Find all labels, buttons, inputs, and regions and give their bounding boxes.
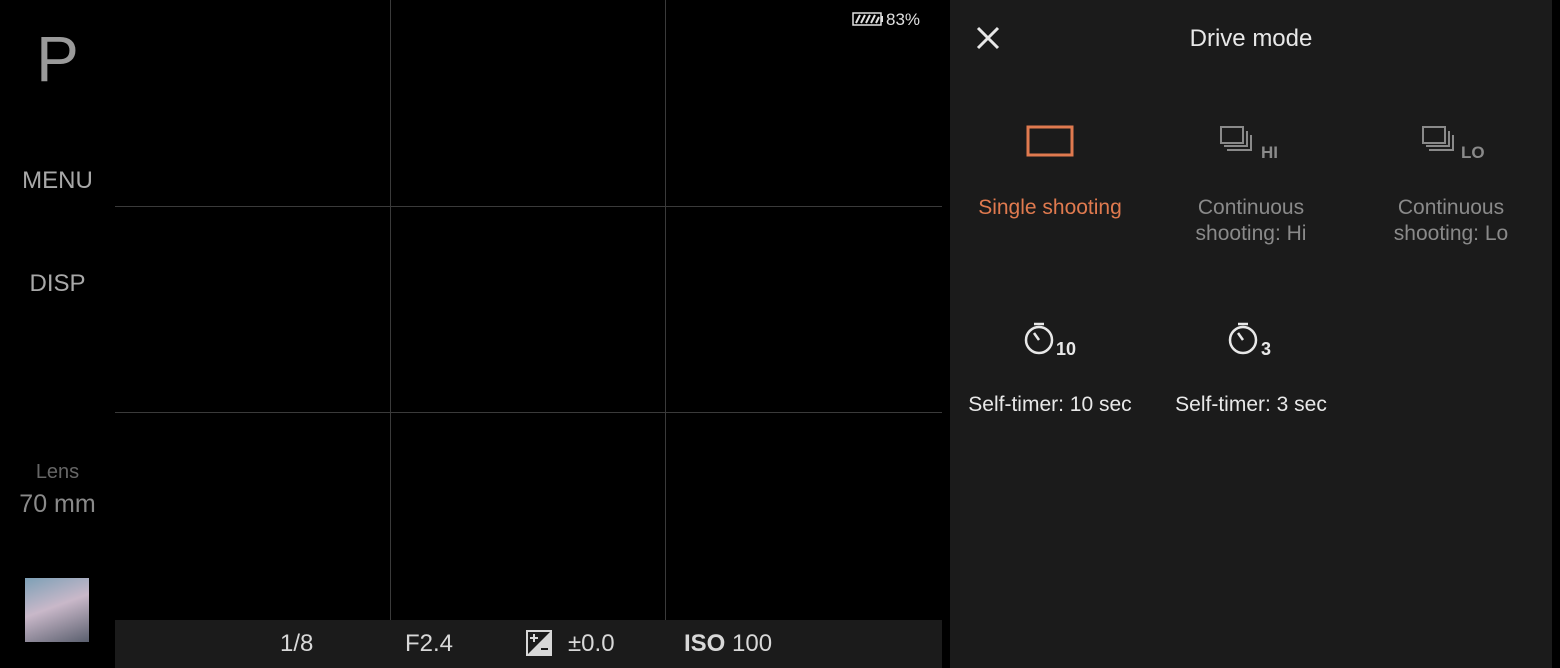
option-label: Continuous shooting: Hi [1195, 196, 1307, 245]
grid-line [665, 0, 666, 620]
option-label: Self-timer: 3 sec [1175, 393, 1327, 416]
exposure-bar: 1/8 F2.4 ±0.0 ISO 100 [115, 620, 942, 668]
continuous-shooting-icon: HI [1220, 126, 1278, 162]
option-label: Continuous shooting: Lo [1393, 196, 1509, 245]
timer-10-badge: 10 [1056, 339, 1076, 359]
drive-mode-panel: Drive mode Single shooting HI Continuous… [950, 0, 1552, 668]
battery-icon [852, 12, 883, 26]
exposure-compensation-value[interactable]: ±0.0 [568, 630, 615, 658]
gallery-thumbnail[interactable] [25, 578, 89, 642]
single-shooting-icon [1026, 125, 1074, 157]
self-timer-icon: 3 [1228, 322, 1271, 359]
grid-line [115, 206, 942, 207]
lens-label[interactable]: Lens [0, 461, 115, 484]
lens-value[interactable]: 70 mm [0, 490, 115, 519]
self-timer-icon: 10 [1024, 322, 1076, 359]
iso-label: ISO [684, 630, 726, 657]
shooting-mode-indicator[interactable]: P [0, 22, 115, 96]
panel-title: Drive mode [1189, 25, 1313, 52]
hi-badge: HI [1261, 143, 1278, 162]
iso-value[interactable]: 100 [732, 630, 772, 658]
shutter-speed[interactable]: 1/8 [280, 630, 313, 658]
grid-line [390, 0, 391, 620]
menu-button[interactable]: MENU [0, 167, 115, 195]
option-label: Single shooting [978, 196, 1122, 219]
lo-badge: LO [1461, 143, 1485, 162]
grid-line [115, 412, 942, 413]
left-control-bar: P MENU DISP Lens 70 mm [0, 0, 115, 668]
exposure-compensation-icon [526, 630, 552, 656]
viewfinder[interactable] [115, 0, 942, 620]
timer-3-badge: 3 [1261, 339, 1271, 359]
option-label: Self-timer: 10 sec [968, 393, 1132, 416]
continuous-shooting-icon: LO [1422, 126, 1485, 162]
aperture-value[interactable]: F2.4 [405, 630, 453, 658]
disp-button[interactable]: DISP [0, 270, 115, 298]
battery-percent: 83% [886, 10, 921, 29]
